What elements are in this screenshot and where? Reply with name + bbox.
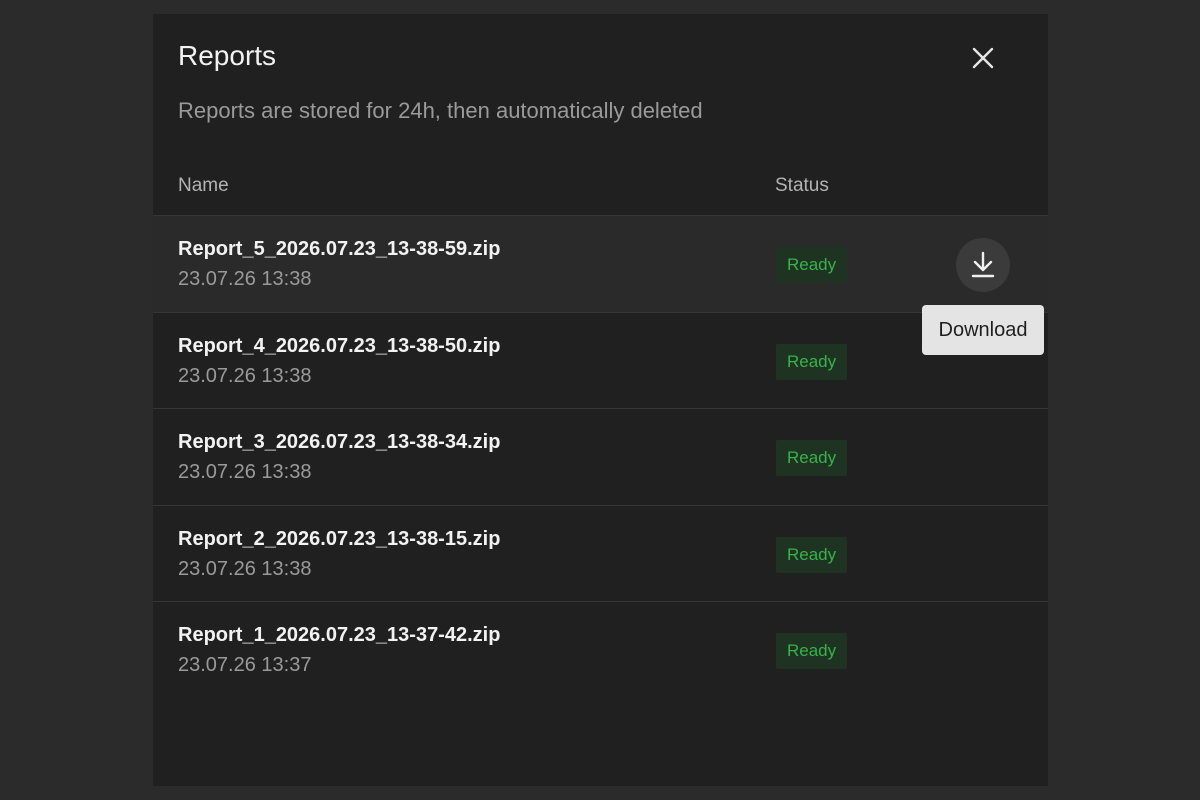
close-button[interactable] [965, 40, 1001, 76]
status-badge: Ready [776, 440, 848, 476]
status-badge: Ready [776, 247, 848, 283]
download-button[interactable] [956, 238, 1010, 292]
status-badge: Ready [776, 633, 848, 669]
report-name: Report_5_2026.07.23_13-38-59.zip [178, 238, 501, 260]
column-header-name: Name [178, 175, 229, 196]
dialog-title: Reports [178, 40, 277, 71]
report-name: Report_1_2026.07.23_13-37-42.zip [178, 624, 501, 646]
column-header-status: Status [775, 175, 829, 196]
download-icon [971, 251, 995, 278]
reports-list: Report_5_2026.07.23_13-38-59.zip 23.07.2… [153, 215, 1048, 698]
status-badge: Ready [776, 536, 848, 573]
reports-dialog: Reports Reports are stored for 24h, then… [153, 14, 1048, 786]
download-tooltip: Download [922, 305, 1044, 355]
close-icon [972, 47, 994, 69]
report-date: 23.07.26 13:38 [178, 557, 312, 580]
report-date: 23.07.26 13:38 [178, 364, 312, 387]
report-name: Report_3_2026.07.23_13-38-34.zip [178, 431, 501, 453]
table-row[interactable]: Report_2_2026.07.23_13-38-15.zip 23.07.2… [153, 504, 1048, 602]
table-row[interactable]: Report_1_2026.07.23_13-37-42.zip 23.07.2… [153, 601, 1048, 698]
report-date: 23.07.26 13:37 [178, 654, 312, 676]
report-name: Report_4_2026.07.23_13-38-50.zip [178, 334, 501, 357]
status-badge: Ready [776, 343, 848, 380]
table-row[interactable]: Report_5_2026.07.23_13-38-59.zip 23.07.2… [153, 215, 1048, 312]
dialog-subtitle: Reports are stored for 24h, then automat… [178, 98, 703, 123]
table-row[interactable]: Report_3_2026.07.23_13-38-34.zip 23.07.2… [153, 408, 1048, 505]
report-date: 23.07.26 13:38 [178, 461, 312, 483]
report-date: 23.07.26 13:38 [178, 268, 312, 290]
table-row[interactable]: Report_4_2026.07.23_13-38-50.zip 23.07.2… [153, 311, 1048, 409]
report-name: Report_2_2026.07.23_13-38-15.zip [178, 527, 501, 550]
